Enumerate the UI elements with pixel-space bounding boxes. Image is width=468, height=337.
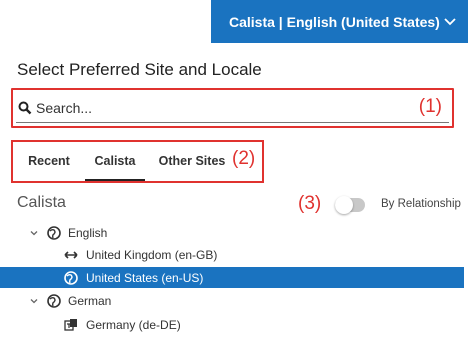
translation-icon [64, 318, 77, 331]
tab-calista[interactable]: Calista [85, 142, 145, 181]
tabs-callout-box: Recent Calista Other Sites (2) [11, 140, 264, 183]
tree-item-label: Germany (de-DE) [86, 317, 181, 332]
search-callout-box: (1) [11, 88, 454, 128]
tree-item-label: English [68, 225, 108, 240]
site-locale-label: Calista | English (United States) [229, 13, 440, 30]
site-locale-button[interactable]: Calista | English (United States) [211, 0, 468, 43]
site-locale-panel: Select Preferred Site and Locale (1) Rec… [0, 44, 468, 337]
tab-other-sites[interactable]: Other Sites [156, 142, 228, 181]
tree-item-german[interactable]: German [0, 290, 464, 311]
globe-icon [64, 270, 78, 285]
tree-item-label: United Kingdom (en-GB) [86, 247, 218, 262]
globe-icon [47, 293, 61, 308]
callout-3: (3) [298, 193, 322, 214]
tree-item-united-kingdom[interactable]: United Kingdom (en-GB) [0, 244, 464, 265]
search-input[interactable] [36, 99, 366, 116]
panel-title: Select Preferred Site and Locale [17, 60, 262, 79]
toggle-knob [335, 196, 353, 214]
tree-item-united-states[interactable]: United States (en-US) [0, 267, 464, 288]
callout-2: (2) [232, 148, 256, 169]
tree-item-label: United States (en-US) [86, 270, 204, 285]
tree-item-germany[interactable]: Germany (de-DE) [0, 314, 464, 335]
bidirectional-arrow-icon [64, 250, 78, 259]
chevron-down-icon[interactable] [29, 228, 39, 238]
search-icon [18, 101, 32, 114]
tree-item-label: German [68, 293, 112, 308]
chevron-down-icon[interactable] [29, 296, 39, 306]
globe-icon [47, 225, 61, 240]
chevron-down-icon [444, 18, 456, 26]
section-title: Calista [17, 194, 66, 211]
tree-item-english[interactable]: English [0, 222, 464, 243]
toggle-label: By Relationship [381, 198, 461, 210]
tab-recent[interactable]: Recent [25, 142, 73, 181]
by-relationship-toggle[interactable] [335, 196, 365, 214]
search-field [16, 93, 449, 123]
callout-1: (1) [418, 96, 442, 117]
